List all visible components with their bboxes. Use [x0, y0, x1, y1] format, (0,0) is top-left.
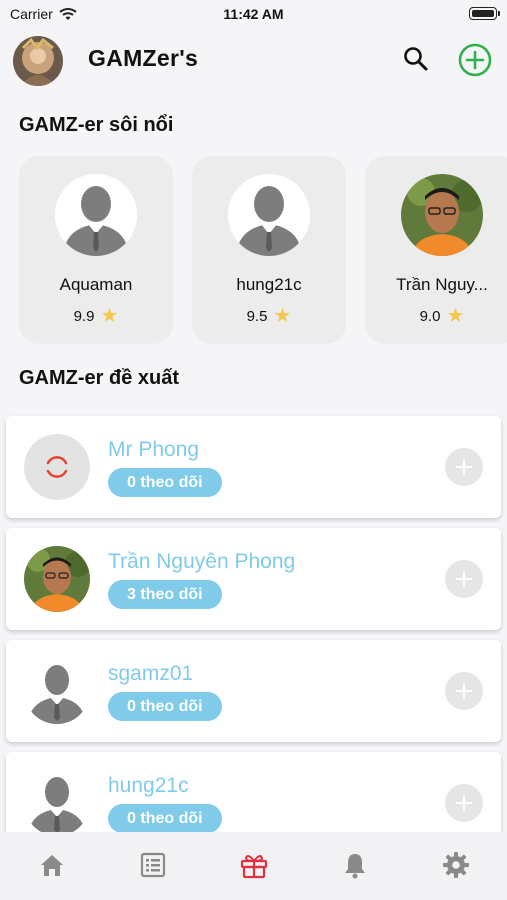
avatar [24, 658, 90, 724]
rating-value: 9.9 [73, 307, 95, 325]
star-icon: ★ [446, 305, 465, 327]
hot-section-title: GAMZ-er sôi nổi [19, 114, 174, 136]
avatar [228, 174, 310, 256]
rating-value: 9.5 [246, 307, 268, 325]
follow-plus-button[interactable] [445, 784, 483, 822]
avatar [55, 174, 137, 256]
hot-user-card[interactable]: hung21c 9.5 ★ [192, 156, 346, 344]
app-title: GAMZer's [88, 45, 199, 71]
avatar [401, 174, 483, 256]
hot-users-carousel[interactable]: Aquaman 9.9 ★ hung21c 9.5 ★ Trần Nguy...… [19, 156, 507, 344]
follower-count-badge: 0 theo dõi [108, 468, 222, 497]
gear-icon[interactable] [441, 850, 471, 880]
bottom-tab-bar [0, 832, 507, 900]
follower-count-badge: 0 theo dõi [108, 804, 222, 832]
suggested-users-list[interactable]: Mr Phong 0 theo dõi Trần Nguyên Phong 3 … [0, 412, 507, 832]
hot-user-name: Trần Nguy... [396, 275, 488, 294]
gift-icon[interactable] [239, 850, 269, 880]
avatar [24, 770, 90, 832]
username-link[interactable]: hung21c [108, 774, 189, 798]
username-link[interactable]: Mr Phong [108, 438, 199, 462]
hot-user-card[interactable]: Aquaman 9.9 ★ [19, 156, 173, 344]
search-icon[interactable] [401, 44, 431, 74]
home-icon[interactable] [37, 850, 67, 880]
follower-count-badge: 0 theo dõi [108, 692, 222, 721]
hot-user-name: Aquaman [59, 275, 133, 294]
hot-user-card[interactable]: Trần Nguy... 9.0 ★ [365, 156, 507, 344]
app-bar: GAMZer's [0, 28, 507, 94]
username-link[interactable]: sgamz01 [108, 662, 193, 686]
battery-icon [469, 7, 500, 20]
list-item[interactable]: hung21c 0 theo dõi [6, 752, 501, 832]
hot-user-name: hung21c [236, 275, 302, 294]
list-item[interactable]: Trần Nguyên Phong 3 theo dõi [6, 528, 501, 630]
suggest-section-title: GAMZ-er đề xuất [19, 367, 180, 389]
hot-user-rating: 9.9 ★ [19, 306, 173, 326]
follow-plus-button[interactable] [445, 672, 483, 710]
hot-user-rating: 9.5 ★ [192, 306, 346, 326]
clock: 11:42 AM [223, 6, 284, 22]
bell-icon[interactable] [340, 850, 370, 880]
list-item[interactable]: sgamz01 0 theo dõi [6, 640, 501, 742]
username-link[interactable]: Trần Nguyên Phong [108, 550, 295, 574]
list-icon[interactable] [138, 850, 168, 880]
rating-value: 9.0 [419, 307, 441, 325]
avatar [24, 546, 90, 612]
list-item[interactable]: Mr Phong 0 theo dõi [6, 416, 501, 518]
hot-user-rating: 9.0 ★ [365, 306, 507, 326]
follow-plus-button[interactable] [445, 448, 483, 486]
profile-avatar[interactable] [13, 36, 63, 86]
status-bar: Carrier 11:42 AM [0, 0, 507, 28]
star-icon: ★ [100, 305, 119, 327]
avatar-loading [24, 434, 90, 500]
follow-plus-button[interactable] [445, 560, 483, 598]
add-circle-icon[interactable] [458, 43, 492, 77]
follower-count-badge: 3 theo dõi [108, 580, 222, 609]
star-icon: ★ [273, 305, 292, 327]
